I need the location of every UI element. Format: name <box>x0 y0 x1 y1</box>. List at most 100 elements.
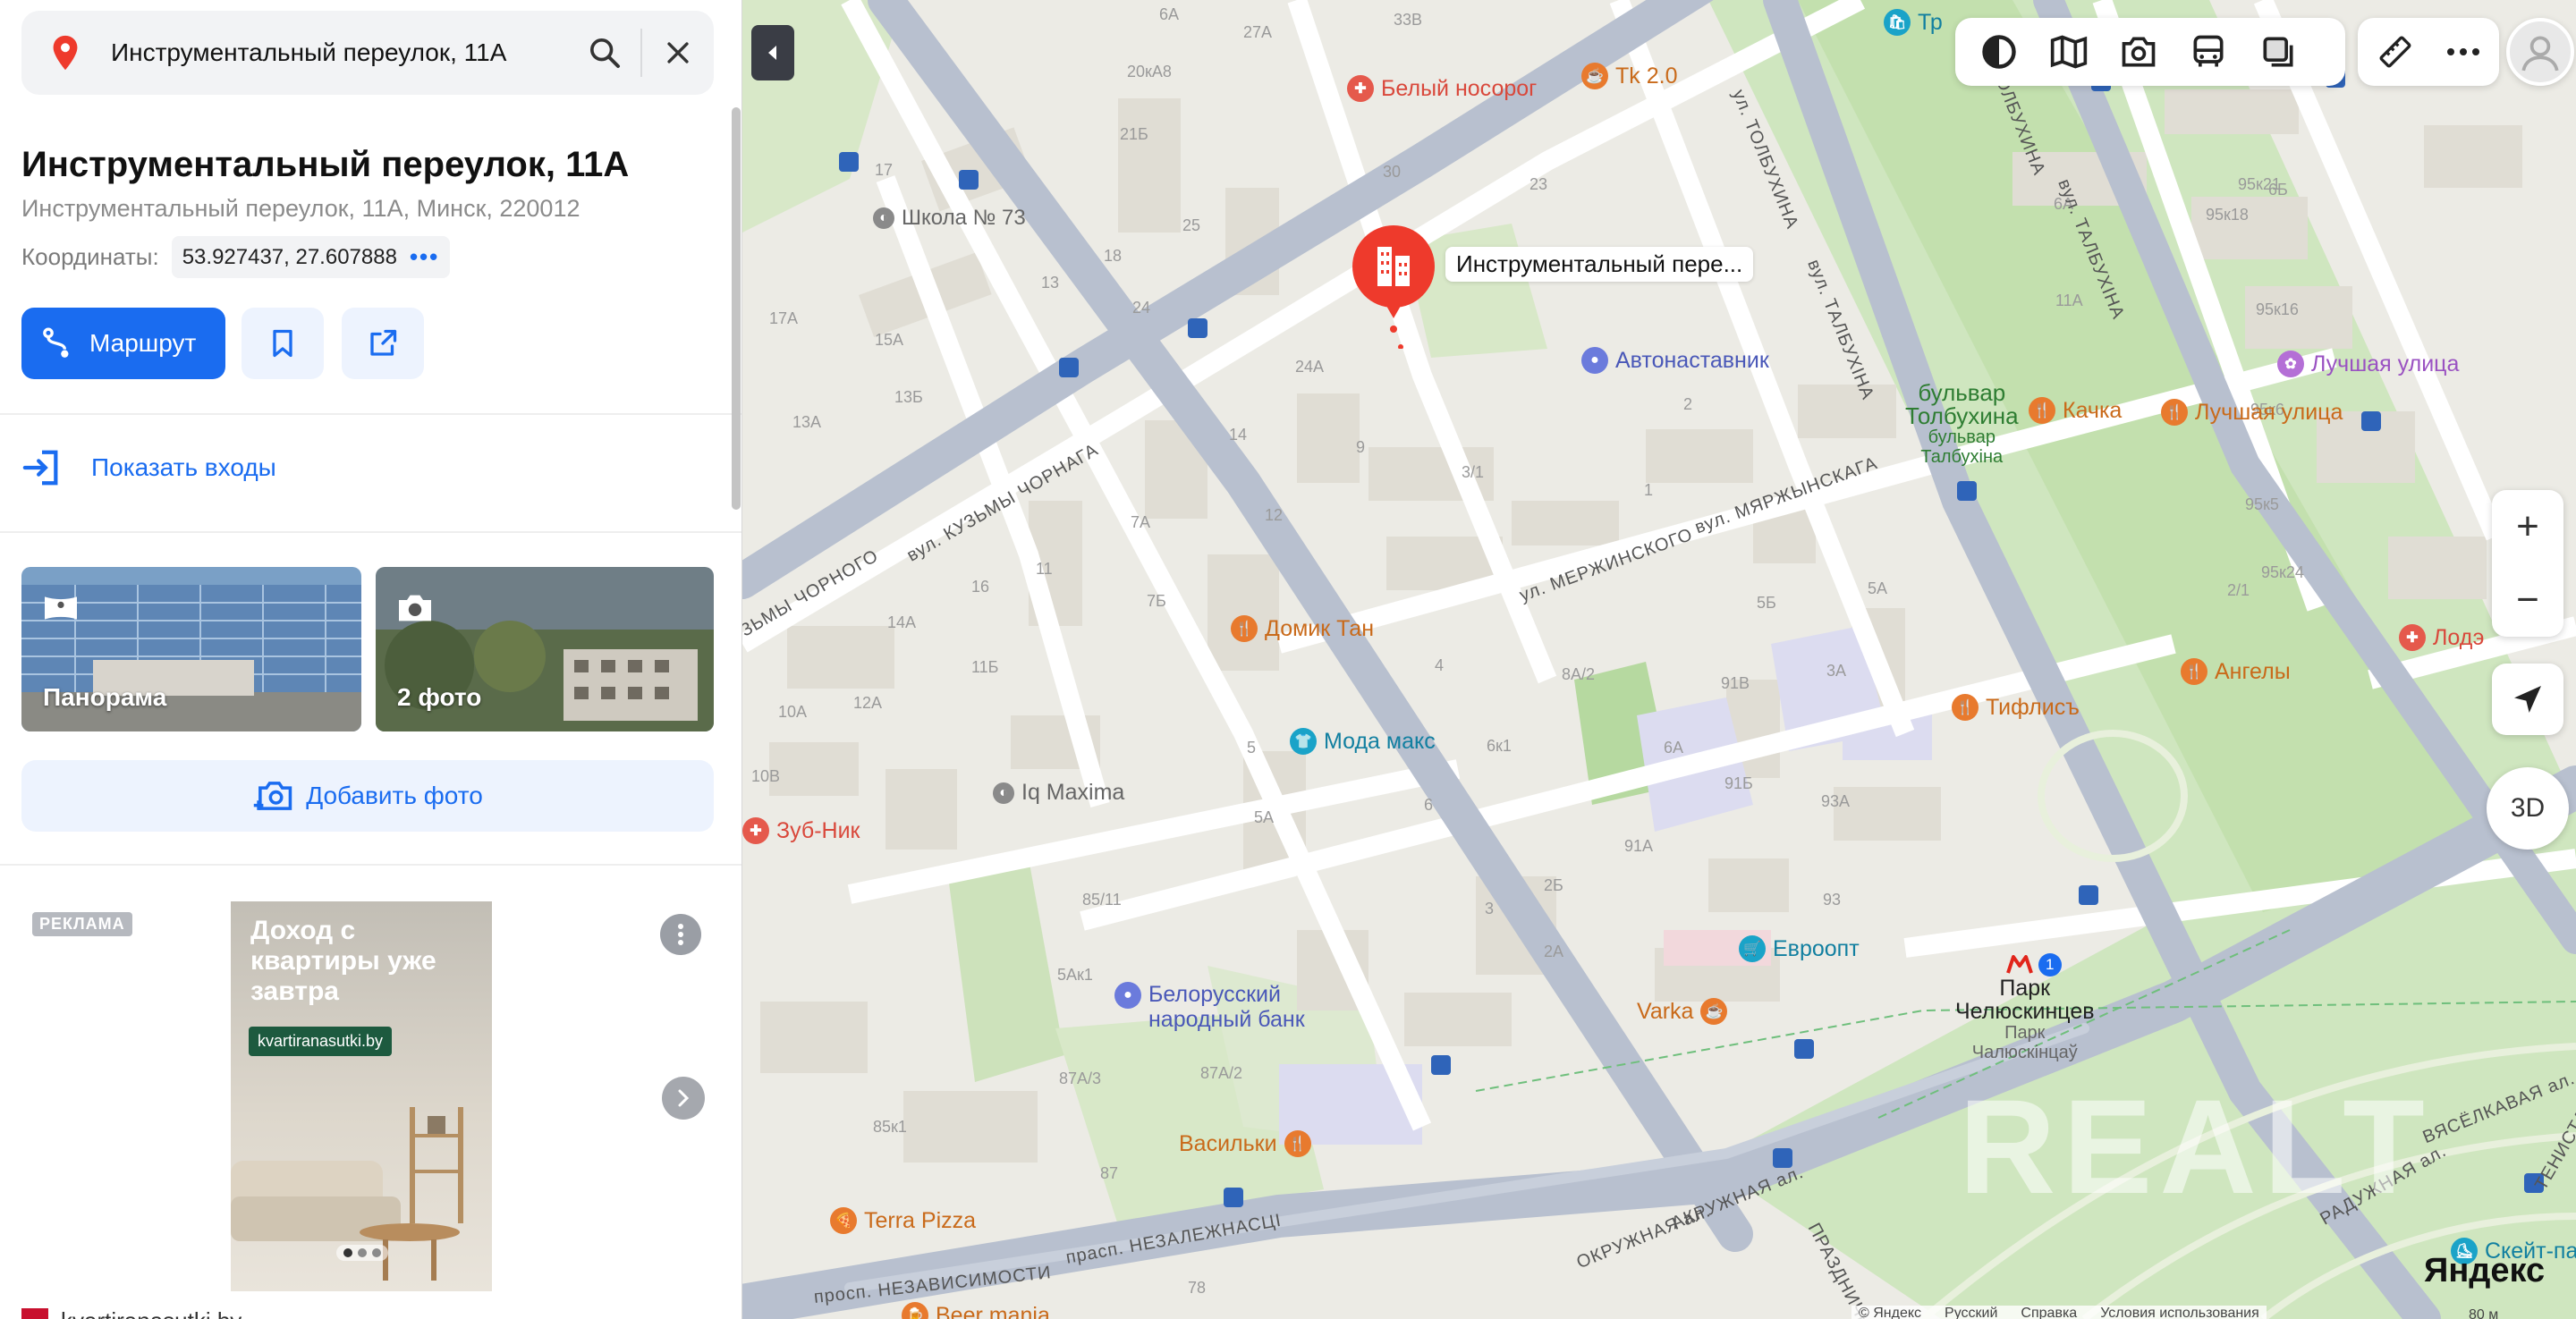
poi-label: Тр <box>1918 9 1943 35</box>
layer-panorama-button[interactable] <box>2034 18 2104 86</box>
zoom-out-button[interactable]: − <box>2492 563 2563 637</box>
poi[interactable]: ✚ Зуб-Ник <box>742 817 860 844</box>
poi[interactable]: ◐ Iq Maxima <box>993 780 1124 806</box>
user-avatar-button[interactable] <box>2506 18 2574 86</box>
photos-card[interactable]: 2 фото <box>376 567 714 731</box>
poi[interactable]: 🍴 Тифлисъ <box>1952 694 2080 721</box>
poi[interactable]: ✚ Лодэ <box>2399 624 2484 651</box>
sofa-image <box>231 1107 463 1281</box>
panel-scrollbar[interactable] <box>732 107 741 510</box>
clear-search-button[interactable] <box>642 17 714 89</box>
house-number: 93А <box>1821 792 1851 810</box>
poi[interactable]: 🍕 Terra Pizza <box>830 1207 976 1234</box>
route-button[interactable]: Маршрут <box>21 308 225 379</box>
ad-badge: РЕКЛАМА <box>32 912 132 936</box>
house-number: 15А <box>875 331 904 349</box>
house-number: 87А/2 <box>1200 1064 1243 1082</box>
dentist-icon: ✚ <box>742 817 769 844</box>
layer-map-type-button[interactable] <box>2243 18 2313 86</box>
zoom-in-button[interactable]: + <box>2492 490 2563 563</box>
my-location-button[interactable] <box>2492 664 2563 735</box>
boulevard-name: Талбухіна <box>1920 447 2004 467</box>
share-button[interactable] <box>342 308 424 379</box>
copyright-text[interactable]: © Яндекс <box>1859 1306 1921 1319</box>
chevron-left-icon <box>768 46 776 60</box>
ad-carousel-dots <box>336 1245 388 1261</box>
poi[interactable]: ● Белорусский народный банк <box>1114 982 1347 1032</box>
vertical-dots-icon <box>678 924 683 945</box>
poi[interactable]: 🛒 Евроопт <box>1739 935 1860 962</box>
house-number: 24А <box>1295 358 1325 376</box>
metro-line-badge: 1 <box>2038 953 2062 977</box>
bar-icon: 🍺 <box>902 1302 928 1319</box>
house-number: 95к24 <box>2261 563 2304 581</box>
search-button[interactable] <box>569 17 640 89</box>
store-icon: 🛍 <box>1884 9 1911 36</box>
add-photo-label: Добавить фото <box>306 782 483 809</box>
add-photo-button[interactable]: Добавить фото <box>21 760 714 832</box>
language-selector[interactable]: Русский <box>1945 1306 1997 1319</box>
search-input[interactable]: Инструментальный переулок, 11А <box>111 38 569 67</box>
poi[interactable]: 🍴 Домик Тан <box>1231 615 1374 642</box>
poi-label: Евроопт <box>1773 935 1860 961</box>
poi[interactable]: 🛍 Тр <box>1884 9 1943 36</box>
house-number: 21Б <box>1120 125 1148 143</box>
help-link[interactable]: Справка <box>2021 1306 2077 1319</box>
ruler-button[interactable] <box>2361 18 2429 86</box>
3d-button[interactable]: 3D <box>2487 767 2569 850</box>
metro-station[interactable]: 1 Парк Челюскинцев Парк Чалюскінцаў <box>1955 953 2095 1062</box>
clinic-icon: ✚ <box>2399 624 2426 651</box>
coordinates-row: Координаты: 53.927437, 27.607888 ••• <box>21 236 451 278</box>
show-entrances-label: Показать входы <box>91 453 276 481</box>
metro-name: Парк Челюскинцев Парк Чалюскінцаў <box>1955 977 2095 1062</box>
poi-school[interactable]: ◐ Школа № 73 <box>873 206 1026 231</box>
bookmark-button[interactable] <box>242 308 324 379</box>
poi[interactable]: 🍺 Beer mania <box>902 1302 1050 1319</box>
show-entrances-link[interactable]: Показать входы <box>21 447 276 488</box>
more-dots-icon[interactable]: ••• <box>410 243 439 271</box>
poi[interactable]: 🍴 Качка <box>2029 397 2122 424</box>
poi-label: Белый носорог <box>1381 75 1538 101</box>
map-canvas[interactable]: 6А 27А 33В 20кА8 21Б 25 30 23 18 17 13 2… <box>742 0 2576 1319</box>
more-tools-button[interactable] <box>2429 18 2497 86</box>
poi-label: Ангелы <box>2215 658 2291 684</box>
coordinates-chip[interactable]: 53.927437, 27.607888 ••• <box>171 236 451 278</box>
house-number: 25 <box>1182 216 1201 234</box>
poi[interactable]: ✿ Лучшая улица <box>2277 351 2459 377</box>
house-number: 12 <box>1265 506 1284 524</box>
ad-next-button[interactable] <box>662 1077 705 1120</box>
poi[interactable]: 🍴 Лучшая улица <box>2161 399 2343 426</box>
poi-label: Качка <box>2063 397 2123 423</box>
ad-advertiser[interactable]: kvartiranasutki.by <box>21 1307 242 1319</box>
place-marker-label[interactable]: Инструментальный пере... <box>1445 247 1754 282</box>
chevron-right-icon <box>678 1089 690 1107</box>
layer-transit-button[interactable] <box>2174 18 2243 86</box>
bus-icon <box>2193 35 2224 67</box>
boulevard-name: бульвар <box>1928 427 1996 447</box>
poi[interactable]: ✚ Белый носорог <box>1347 75 1537 102</box>
route-button-label: Маршрут <box>89 329 197 357</box>
poi[interactable]: 🍴 Ангелы <box>2181 658 2291 685</box>
panorama-card[interactable]: Панорама <box>21 567 361 731</box>
poi-label: Лучшая улица <box>2311 351 2460 376</box>
poi[interactable]: 🍴 Васильки <box>1179 1130 1318 1157</box>
place-marker[interactable] <box>1351 224 1436 349</box>
poi[interactable]: ● Автонаставник <box>1581 347 1769 374</box>
poi[interactable]: 👕 Мода макс <box>1290 728 1436 755</box>
layer-traffic-button[interactable] <box>1964 18 2034 86</box>
terms-link[interactable]: Условия использования <box>2100 1306 2259 1319</box>
layer-photos-button[interactable] <box>2104 18 2174 86</box>
collapse-panel-button[interactable] <box>751 25 794 80</box>
poi[interactable]: ☕ Varka <box>1637 998 1734 1025</box>
house-number: 91А <box>1624 837 1654 855</box>
house-number: 2/1 <box>2227 581 2250 599</box>
house-number: 20кА8 <box>1127 63 1172 80</box>
house-number: 12А <box>853 694 883 712</box>
house-number: 14А <box>887 613 917 631</box>
poi[interactable]: ☕ Tk 2.0 <box>1581 63 1677 89</box>
ad-menu-button[interactable] <box>660 914 701 955</box>
poi-label: Автонаставник <box>1615 347 1769 373</box>
place-panel: Инструментальный переулок, 11А Инструмен… <box>0 0 742 1319</box>
ad-banner[interactable]: Доход с квартиры уже завтра kvartiranasu… <box>231 901 492 1291</box>
poi-label: Varka <box>1637 998 1694 1024</box>
